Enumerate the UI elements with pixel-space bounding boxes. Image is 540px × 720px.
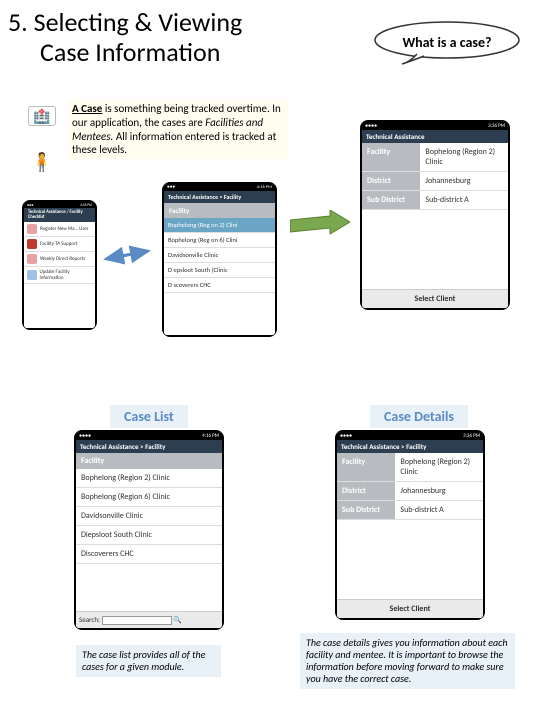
building-icon: 🏥: [28, 106, 56, 126]
phone-details-screenshot: ●●●●3:36 PM Technical Assistance > Facil…: [335, 430, 485, 620]
bubble-text: What is a case?: [402, 34, 491, 51]
case-list-caption: The case list provides all of the cases …: [76, 645, 221, 677]
case-details-label: Case Details: [370, 405, 468, 428]
case-list-label: Case List: [110, 405, 188, 428]
select-client-button[interactable]: Select Client: [362, 289, 508, 308]
person-icon: 🧍: [28, 150, 56, 174]
phone-caselist-screenshot: ●●●●4:16 PM Technical Assistance > Facil…: [74, 430, 224, 630]
speech-bubble: What is a case?: [372, 20, 522, 65]
search-input[interactable]: [102, 616, 172, 625]
case-details-caption: The case details gives you information a…: [300, 633, 515, 689]
select-client-button[interactable]: Select Client: [337, 599, 483, 618]
phone-menu-screenshot: ●●●4:16 PM Technical Assistance / Facili…: [22, 200, 97, 330]
case-definition: A Case is something being tracked overti…: [68, 100, 288, 159]
phone-caselist-mid-screenshot: ●●●4:16 PM Technical Assistance > Facili…: [162, 182, 277, 337]
phone-details-right-screenshot: ●●●●3:36 PM Technical Assistance Facilit…: [360, 120, 510, 310]
arrow-icon: [100, 245, 155, 265]
arrow-icon: [290, 210, 350, 240]
